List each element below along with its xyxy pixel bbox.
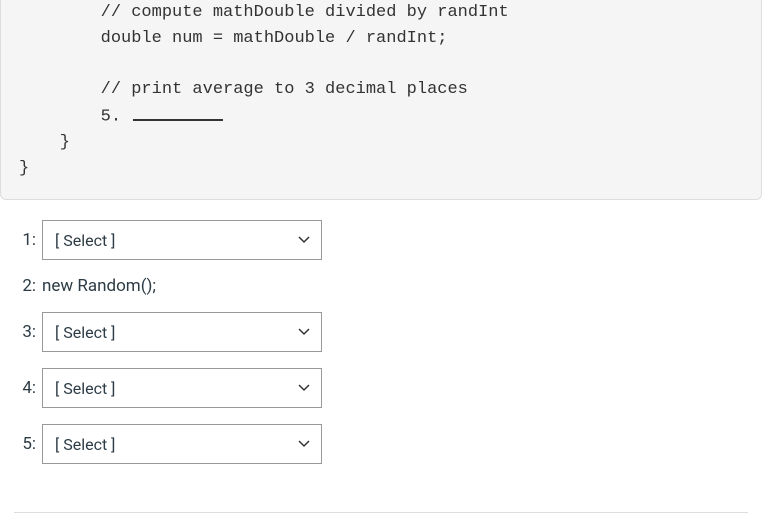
answer-row-1: 1: [ Select ] xyxy=(14,220,748,260)
code-blank-5 xyxy=(133,102,223,121)
code-line: } xyxy=(19,133,70,152)
chevron-down-icon xyxy=(297,233,311,247)
answer-label-1: 1: xyxy=(14,230,36,250)
chevron-down-icon xyxy=(297,325,311,339)
code-line: } xyxy=(19,159,29,178)
code-line: // compute mathDouble divided by randInt xyxy=(19,3,509,22)
answer-label-4: 4: xyxy=(14,378,36,398)
select-1-value: [ Select ] xyxy=(55,231,287,250)
chevron-down-icon xyxy=(297,437,311,451)
chevron-down-icon xyxy=(297,381,311,395)
answer-2-text: new Random(); xyxy=(42,276,156,296)
select-3[interactable]: [ Select ] xyxy=(42,312,322,352)
answer-row-5: 5: [ Select ] xyxy=(14,424,748,464)
answer-row-2: 2: new Random(); xyxy=(14,276,748,296)
answers-section: 1: [ Select ] 2: new Random(); 3: [ Sele… xyxy=(0,218,762,494)
select-4-value: [ Select ] xyxy=(55,379,287,398)
answer-label-2: 2: xyxy=(14,276,36,296)
code-block: // compute mathDouble divided by randInt… xyxy=(0,0,762,200)
answer-label-3: 3: xyxy=(14,322,36,342)
select-1[interactable]: [ Select ] xyxy=(42,220,322,260)
answer-row-4: 4: [ Select ] xyxy=(14,368,748,408)
select-4[interactable]: [ Select ] xyxy=(42,368,322,408)
code-line-prefix: 5. xyxy=(19,108,131,127)
select-5-value: [ Select ] xyxy=(55,435,287,454)
answer-label-5: 5: xyxy=(14,434,36,454)
select-3-value: [ Select ] xyxy=(55,323,287,342)
select-5[interactable]: [ Select ] xyxy=(42,424,322,464)
answer-row-3: 3: [ Select ] xyxy=(14,312,748,352)
code-line: double num = mathDouble / randInt; xyxy=(19,29,447,48)
code-line: // print average to 3 decimal places xyxy=(19,80,468,99)
